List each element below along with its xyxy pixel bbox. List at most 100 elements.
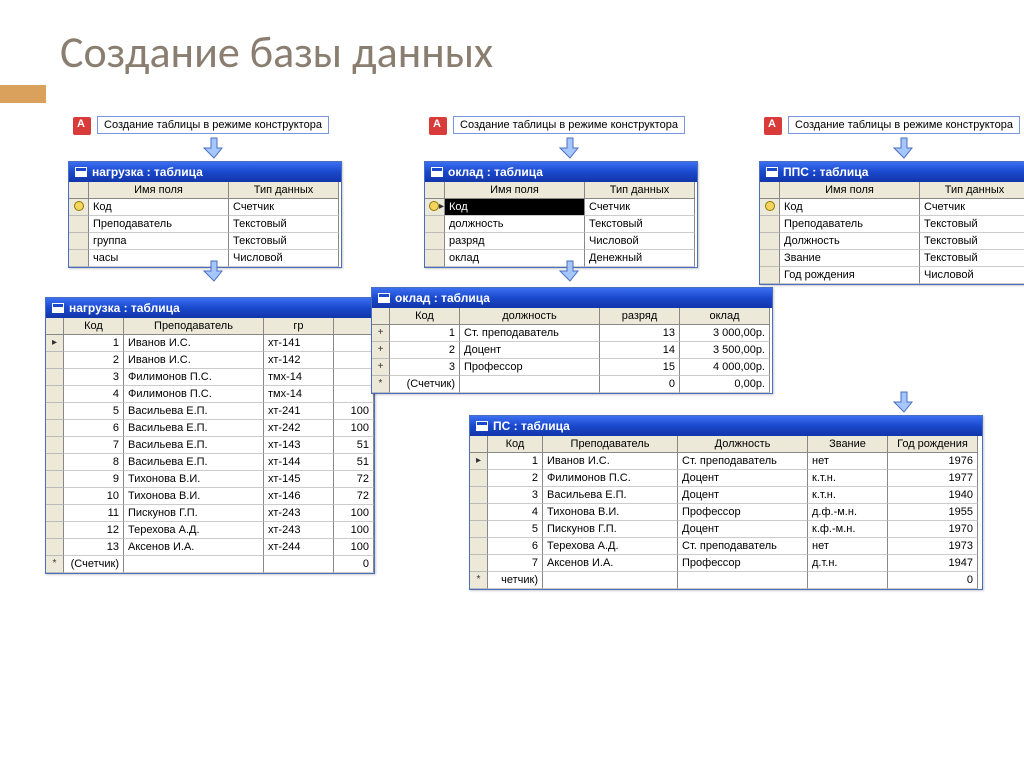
table-cell[interactable]: Аксенов И.А. xyxy=(543,555,678,572)
table-cell[interactable]: 9 xyxy=(64,471,124,488)
table-cell[interactable]: Васильева Е.П. xyxy=(543,487,678,504)
titlebar[interactable]: оклад : таблица xyxy=(425,162,697,182)
data-grid[interactable]: КодПреподавательДолжностьЗваниеГод рожде… xyxy=(470,436,982,589)
table-cell[interactable]: Доцент xyxy=(678,487,808,504)
table-cell[interactable]: нет xyxy=(808,538,888,555)
table-cell[interactable]: 1940 xyxy=(888,487,978,504)
table-cell[interactable]: Ст. преподаватель xyxy=(460,325,600,342)
table-cell[interactable]: хт-144 xyxy=(264,454,334,471)
table-cell[interactable]: 0 xyxy=(600,376,680,393)
table-cell[interactable]: Пискунов Г.П. xyxy=(543,521,678,538)
table-cell[interactable]: Васильева Е.П. xyxy=(124,437,264,454)
table-cell[interactable]: Терехова А.Д. xyxy=(543,538,678,555)
table-cell[interactable]: хт-241 xyxy=(264,403,334,420)
table-cell[interactable]: хт-141 xyxy=(264,335,334,352)
table-cell[interactable]: 7 xyxy=(488,555,543,572)
table-cell[interactable]: 1955 xyxy=(888,504,978,521)
table-cell[interactable]: хт-243 xyxy=(264,505,334,522)
data-grid[interactable]: Коддолжностьразрядоклад+1Ст. преподавате… xyxy=(372,308,772,393)
table-cell[interactable]: хт-143 xyxy=(264,437,334,454)
table-cell[interactable]: Доцент xyxy=(678,521,808,538)
table-cell[interactable] xyxy=(334,386,374,403)
table-cell[interactable]: 14 xyxy=(600,342,680,359)
table-cell[interactable]: (Счетчик) xyxy=(64,556,124,573)
table-cell[interactable]: 1947 xyxy=(888,555,978,572)
table-cell[interactable]: Профессор xyxy=(460,359,600,376)
table-cell[interactable]: 1 xyxy=(488,453,543,470)
table-cell[interactable]: 1 xyxy=(390,325,460,342)
titlebar[interactable]: оклад : таблица xyxy=(372,288,772,308)
table-cell[interactable]: Аксенов И.А. xyxy=(124,539,264,556)
table-cell[interactable]: 51 xyxy=(334,437,374,454)
table-cell[interactable] xyxy=(678,572,808,589)
table-cell[interactable]: 4 xyxy=(488,504,543,521)
table-cell[interactable]: к.т.н. xyxy=(808,470,888,487)
table-cell[interactable] xyxy=(264,556,334,573)
table-cell[interactable]: 2 xyxy=(390,342,460,359)
table-cell[interactable]: (Счетчик) xyxy=(390,376,460,393)
table-cell[interactable]: Тихонова В.И. xyxy=(124,488,264,505)
table-cell[interactable]: 0 xyxy=(888,572,978,589)
table-cell[interactable]: 100 xyxy=(334,403,374,420)
table-cell[interactable]: 3 000,00р. xyxy=(680,325,770,342)
table-cell[interactable]: 100 xyxy=(334,420,374,437)
table-cell[interactable]: Филимонов П.С. xyxy=(124,369,264,386)
titlebar[interactable]: нагрузка : таблица xyxy=(69,162,341,182)
table-cell[interactable]: 100 xyxy=(334,522,374,539)
table-cell[interactable]: 3 500,00р. xyxy=(680,342,770,359)
table-cell[interactable]: хт-145 xyxy=(264,471,334,488)
table-cell[interactable] xyxy=(334,335,374,352)
table-cell[interactable]: 15 xyxy=(600,359,680,376)
table-cell[interactable] xyxy=(808,572,888,589)
table-cell[interactable]: 0,00р. xyxy=(680,376,770,393)
create-link-3[interactable]: Создание таблицы в режиме конструктора xyxy=(788,116,1020,134)
table-cell[interactable]: 1970 xyxy=(888,521,978,538)
table-cell[interactable]: 12 xyxy=(64,522,124,539)
titlebar[interactable]: ППС : таблица xyxy=(760,162,1024,182)
table-cell[interactable]: 11 xyxy=(64,505,124,522)
table-cell[interactable]: хт-243 xyxy=(264,522,334,539)
table-cell[interactable]: 7 xyxy=(64,437,124,454)
table-cell[interactable] xyxy=(460,376,600,393)
table-cell[interactable]: 4 xyxy=(64,386,124,403)
table-cell[interactable]: 5 xyxy=(64,403,124,420)
table-cell[interactable]: Иванов И.С. xyxy=(124,335,264,352)
table-cell[interactable]: Филимонов П.С. xyxy=(124,386,264,403)
table-cell[interactable]: 13 xyxy=(600,325,680,342)
table-cell[interactable]: 1976 xyxy=(888,453,978,470)
table-cell[interactable]: хт-146 xyxy=(264,488,334,505)
table-cell[interactable]: 3 xyxy=(488,487,543,504)
table-cell[interactable]: Профессор xyxy=(678,504,808,521)
table-cell[interactable] xyxy=(124,556,264,573)
table-cell[interactable]: 51 xyxy=(334,454,374,471)
table-cell[interactable]: к.ф.-м.н. xyxy=(808,521,888,538)
table-cell[interactable]: тмх-14 xyxy=(264,369,334,386)
table-cell[interactable]: Иванов И.С. xyxy=(543,453,678,470)
table-cell[interactable]: Филимонов П.С. xyxy=(543,470,678,487)
table-cell[interactable]: 3 xyxy=(64,369,124,386)
table-cell[interactable]: хт-242 xyxy=(264,420,334,437)
table-cell[interactable]: д.ф.-м.н. xyxy=(808,504,888,521)
table-cell[interactable]: Доцент xyxy=(678,470,808,487)
table-cell[interactable]: 10 xyxy=(64,488,124,505)
titlebar[interactable]: ПС : таблица xyxy=(470,416,982,436)
table-cell[interactable]: Ст. преподаватель xyxy=(678,453,808,470)
table-cell[interactable]: Ст. преподаватель xyxy=(678,538,808,555)
table-cell[interactable]: хт-142 xyxy=(264,352,334,369)
design-grid[interactable]: Имя поля Тип данных Код Счетчик Преподав… xyxy=(69,182,341,267)
table-cell[interactable]: 4 000,00р. xyxy=(680,359,770,376)
data-grid[interactable]: КодПреподавательгр▸1Иванов И.С.хт-1412Ив… xyxy=(46,318,374,573)
table-cell[interactable]: Тихонова В.И. xyxy=(543,504,678,521)
create-link-1[interactable]: Создание таблицы в режиме конструктора xyxy=(97,116,329,134)
design-grid[interactable]: Имя поля Тип данных Код Счетчик Преподав… xyxy=(760,182,1024,284)
table-cell[interactable]: тмх-14 xyxy=(264,386,334,403)
table-cell[interactable]: 8 xyxy=(64,454,124,471)
titlebar[interactable]: нагрузка : таблица xyxy=(46,298,374,318)
table-cell[interactable]: 1 xyxy=(64,335,124,352)
table-cell[interactable]: нет xyxy=(808,453,888,470)
table-cell[interactable] xyxy=(543,572,678,589)
table-cell[interactable]: 0 xyxy=(334,556,374,573)
table-cell[interactable]: 2 xyxy=(488,470,543,487)
table-cell[interactable]: Доцент xyxy=(460,342,600,359)
table-cell[interactable]: Профессор xyxy=(678,555,808,572)
